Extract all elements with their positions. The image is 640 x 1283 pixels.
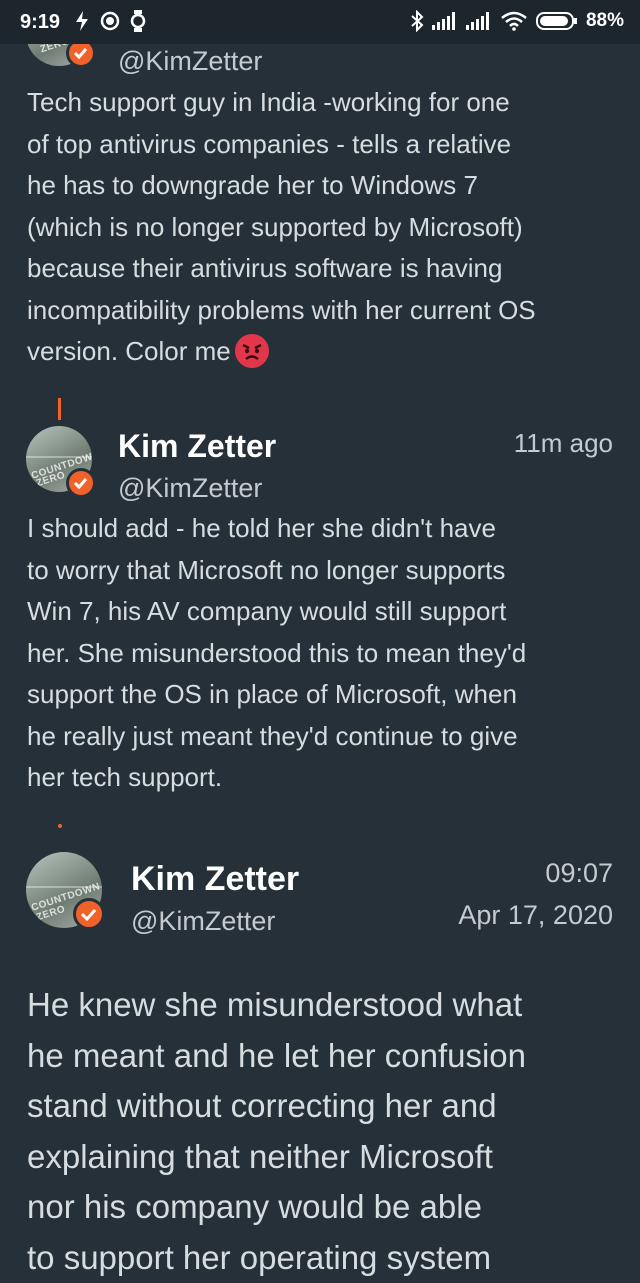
watch-icon [130,10,146,32]
signal-icon [465,12,489,30]
tweet-text: He knew she misunderstood what he meant … [27,986,527,1276]
thread-connector [58,824,62,828]
tweet-time: 09:07 [545,858,613,888]
thread-connector [58,398,61,420]
tweet-handle[interactable]: @KimZetter [131,906,275,937]
tweet-text: Tech support guy in India -working for o… [27,82,617,373]
tweet-time: 11m ago [513,428,613,458]
verified-badge-icon [66,468,96,498]
status-time: 9:19 [20,11,61,33]
record-icon [100,11,120,31]
tweet-text-content: Tech support guy in India -working for o… [27,87,536,366]
tweet-author-name[interactable]: Kim Zetter [118,428,276,465]
bluetooth-icon [411,10,424,32]
wifi-icon [501,11,527,31]
status-bar: 9:19 88% [0,0,640,44]
verified-badge-icon [73,898,105,930]
tweet-handle[interactable]: @KimZetter [118,46,262,77]
tweet-author-name[interactable]: Kim Zetter [131,860,299,899]
tweet-handle[interactable]: @KimZetter [118,473,262,504]
angry-face-emoji-icon [234,334,269,368]
tweet-text: I should add - he told her she didn't ha… [27,513,527,792]
signal-icon [431,12,455,30]
battery-icon [535,12,577,30]
tweet-date: Apr 17, 2020 [458,900,613,930]
flash-icon [76,11,88,31]
battery-percent: 88% [585,10,624,31]
